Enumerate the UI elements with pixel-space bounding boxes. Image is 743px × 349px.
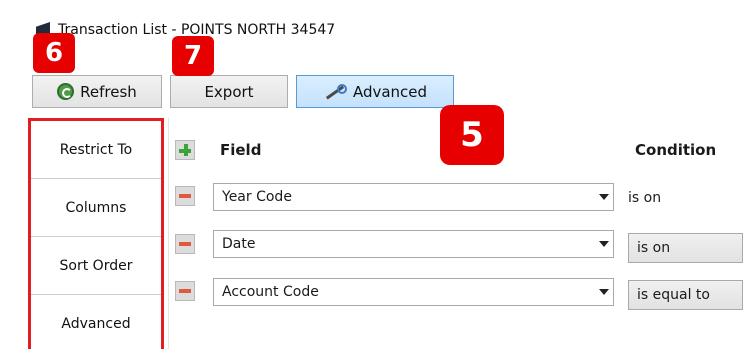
refresh-icon (57, 83, 75, 100)
remove-row-icon[interactable] (175, 281, 195, 301)
callout-badge: 7 (172, 36, 214, 76)
condition-select[interactable]: is on (628, 233, 743, 263)
export-button[interactable]: Export (170, 75, 288, 108)
column-header-field: Field (220, 141, 262, 159)
advanced-label: Advanced (352, 82, 428, 101)
chevron-down-icon[interactable] (598, 237, 609, 249)
export-label: Export (204, 82, 254, 101)
tab-columns[interactable]: Columns (31, 179, 161, 237)
field-select-value: Date (222, 236, 256, 252)
condition-text: is on (628, 190, 662, 206)
remove-row-icon[interactable] (175, 186, 195, 206)
field-select-value: Year Code (222, 189, 292, 205)
column-header-condition: Condition (635, 141, 717, 159)
advanced-button[interactable]: Advanced (296, 75, 454, 108)
tab-restrict-to[interactable]: Restrict To (31, 121, 161, 179)
condition-select-value: is on (637, 240, 671, 256)
refresh-button[interactable]: Refresh (32, 75, 162, 108)
field-select[interactable]: Year Code (213, 183, 614, 211)
callout-badge: 6 (33, 33, 75, 73)
side-tab-panel: Restrict To Columns Sort Order Advanced (28, 118, 164, 349)
chevron-down-icon[interactable] (598, 285, 609, 297)
remove-row-icon[interactable] (175, 234, 195, 254)
field-select[interactable]: Account Code (213, 278, 614, 306)
add-row-icon[interactable] (175, 140, 195, 160)
panel-divider (168, 118, 169, 349)
condition-select[interactable]: is equal to (628, 280, 743, 310)
field-select[interactable]: Date (213, 230, 614, 258)
condition-select-value: is equal to (637, 287, 710, 303)
refresh-label: Refresh (80, 82, 137, 101)
callout-badge: 5 (440, 105, 504, 165)
field-select-value: Account Code (222, 284, 319, 300)
tab-advanced[interactable]: Advanced (31, 295, 161, 349)
tab-sort-order[interactable]: Sort Order (31, 237, 161, 295)
wrench-icon (323, 83, 347, 101)
chevron-down-icon[interactable] (598, 190, 609, 202)
